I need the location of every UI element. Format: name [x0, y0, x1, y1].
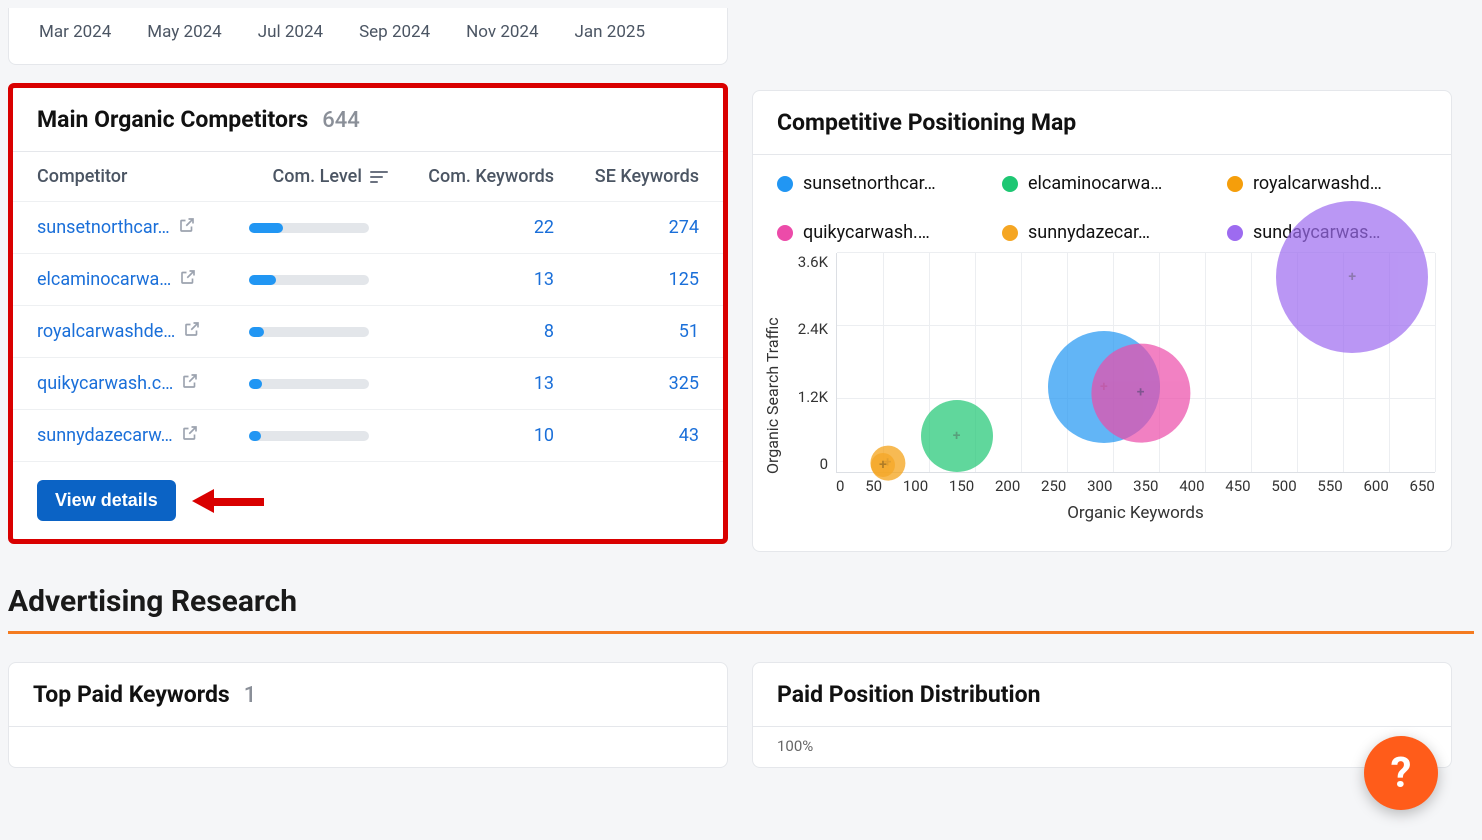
x-axis-label: Organic Keywords — [836, 495, 1435, 539]
se-keywords-value[interactable]: 274 — [669, 217, 699, 238]
legend-item[interactable]: quikycarwash.… — [777, 222, 972, 243]
col-com-level[interactable]: Com. Level — [237, 152, 398, 202]
paid-kw-count: 1 — [244, 683, 257, 708]
competitors-table: Competitor Com. Level Com. Keywords SE K… — [13, 152, 723, 462]
table-row: elcaminocarwa… 13 125 — [13, 254, 723, 306]
com-keywords-value[interactable]: 8 — [544, 321, 554, 342]
timeline-tick: Nov 2024 — [466, 22, 538, 42]
competitor-count: 644 — [322, 108, 360, 133]
y-axis-label: Organic Search Traffic — [759, 253, 786, 539]
table-row: quikycarwash.c… 13 325 — [13, 358, 723, 410]
legend-dot-icon — [777, 225, 793, 241]
table-row: sunsetnorthcar… 22 274 — [13, 202, 723, 254]
competition-level-bar — [249, 379, 369, 389]
section-divider — [8, 631, 1474, 634]
legend-dot-icon — [777, 176, 793, 192]
external-link-icon[interactable] — [179, 268, 197, 291]
competition-level-bar — [249, 327, 369, 337]
competitor-link[interactable]: sunnydazecarw… — [37, 424, 199, 447]
x-axis-ticks: 050100150200250300350400450500550600650 — [836, 473, 1435, 495]
legend-item[interactable]: royalcarwashd… — [1227, 173, 1422, 194]
timeline-tick: Jan 2025 — [575, 22, 645, 42]
com-keywords-value[interactable]: 13 — [534, 269, 554, 290]
advertising-research-heading: Advertising Research — [8, 584, 1474, 619]
competitor-link[interactable]: sunsetnorthcar… — [37, 216, 196, 239]
card-title: Paid Position Distribution — [777, 681, 1041, 708]
se-keywords-value[interactable]: 43 — [679, 425, 699, 446]
competitor-link[interactable]: royalcarwashde… — [37, 320, 201, 343]
card-title: Competitive Positioning Map — [777, 109, 1076, 136]
y-axis-ticks: 3.6K 2.4K 1.2K 0 — [786, 253, 836, 473]
competition-level-bar — [249, 275, 369, 285]
se-keywords-value[interactable]: 51 — [679, 321, 699, 342]
chart-bubble[interactable]: + — [1276, 201, 1428, 353]
legend-dot-icon — [1227, 176, 1243, 192]
competitive-positioning-map-card: Competitive Positioning Map sunsetnorthc… — [752, 90, 1452, 552]
bubble-chart[interactable]: ++++++ — [836, 253, 1435, 473]
y-tick: 100% — [753, 727, 1451, 755]
timeline-tick: Jul 2024 — [258, 22, 323, 42]
com-keywords-value[interactable]: 10 — [534, 425, 554, 446]
timeline-axis: Mar 2024 May 2024 Jul 2024 Sep 2024 Nov … — [8, 8, 728, 65]
legend-item[interactable]: elcaminocarwa… — [1002, 173, 1197, 194]
card-title: Top Paid Keywords — [33, 681, 230, 708]
competitor-link[interactable]: elcaminocarwa… — [37, 268, 197, 291]
chart-bubble[interactable]: + — [871, 453, 895, 477]
se-keywords-value[interactable]: 325 — [669, 373, 699, 394]
help-button[interactable]: ? — [1364, 736, 1438, 810]
external-link-icon[interactable] — [183, 320, 201, 343]
external-link-icon[interactable] — [181, 424, 199, 447]
highlight-annotation: Main Organic Competitors 644 Competitor … — [8, 83, 728, 544]
card-title: Main Organic Competitors — [37, 106, 308, 133]
legend-item[interactable]: sunsetnorthcar… — [777, 173, 972, 194]
chart-bubble[interactable]: + — [921, 400, 993, 472]
external-link-icon[interactable] — [181, 372, 199, 395]
main-organic-competitors-card: Main Organic Competitors 644 Competitor … — [13, 88, 723, 539]
se-keywords-value[interactable]: 125 — [669, 269, 699, 290]
com-keywords-value[interactable]: 13 — [534, 373, 554, 394]
legend-dot-icon — [1002, 225, 1018, 241]
col-com-keywords[interactable]: Com. Keywords — [398, 152, 566, 202]
col-se-keywords[interactable]: SE Keywords — [566, 152, 723, 202]
competition-level-bar — [249, 431, 369, 441]
paid-position-distribution-card: Paid Position Distribution 100% — [752, 662, 1452, 768]
com-keywords-value[interactable]: 22 — [534, 217, 554, 238]
table-row: royalcarwashde… 8 51 — [13, 306, 723, 358]
timeline-tick: Mar 2024 — [39, 22, 111, 42]
timeline-tick: Sep 2024 — [359, 22, 430, 42]
view-details-button[interactable]: View details — [37, 480, 176, 521]
legend-dot-icon — [1002, 176, 1018, 192]
legend-item[interactable]: sunnydazecar… — [1002, 222, 1197, 243]
top-paid-keywords-card: Top Paid Keywords 1 — [8, 662, 728, 768]
timeline-tick: May 2024 — [147, 22, 221, 42]
table-row: sunnydazecarw… 10 43 — [13, 410, 723, 462]
external-link-icon[interactable] — [178, 216, 196, 239]
competition-level-bar — [249, 223, 369, 233]
col-competitor[interactable]: Competitor — [13, 152, 237, 202]
arrow-annotation — [192, 491, 264, 511]
chart-bubble[interactable]: + — [1091, 343, 1190, 442]
legend-dot-icon — [1227, 225, 1243, 241]
competitor-link[interactable]: quikycarwash.c… — [37, 372, 199, 395]
sort-desc-icon — [370, 166, 386, 187]
